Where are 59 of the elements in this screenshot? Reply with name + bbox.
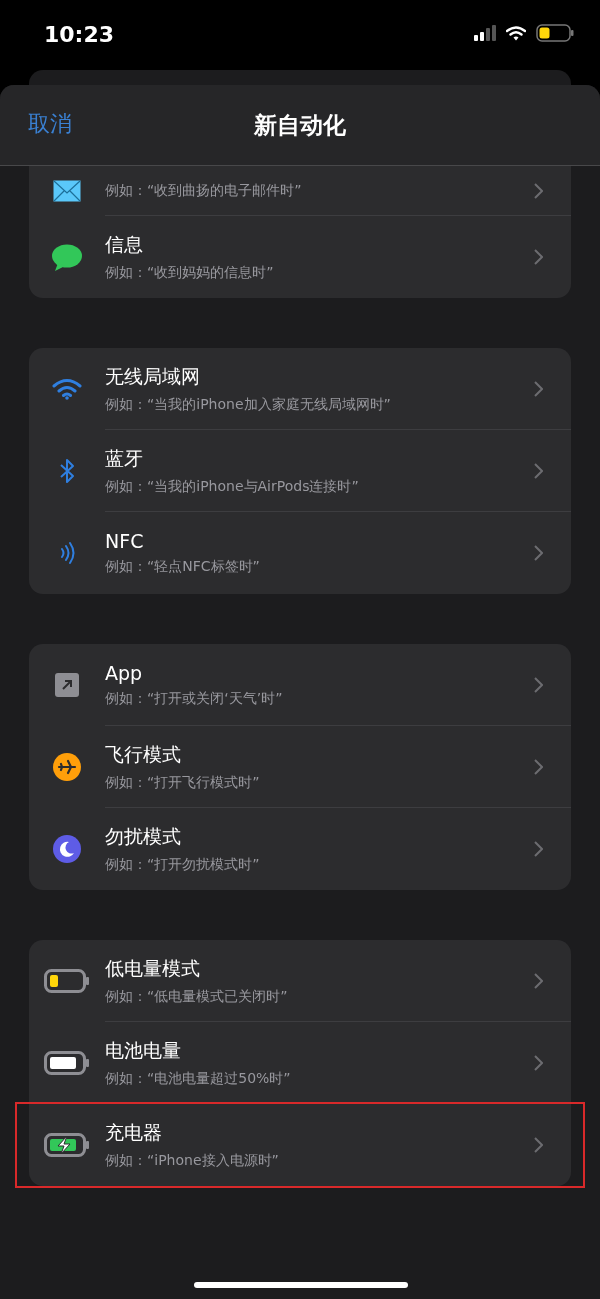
speech-bubble-icon bbox=[52, 243, 82, 271]
low-battery-icon bbox=[44, 969, 90, 993]
envelope-icon bbox=[53, 180, 81, 202]
charging-battery-icon bbox=[44, 1133, 90, 1157]
list-row[interactable]: App 例如：“打开或关闭‘天气’时” bbox=[29, 644, 571, 726]
row-subtitle: 例如：“低电量模式已关闭时” bbox=[105, 987, 289, 1006]
highlighted-list-row[interactable]: 充电器 例如：“iPhone接入电源时” bbox=[17, 1104, 583, 1186]
row-subtitle: 例如：“打开或关闭‘天气’时” bbox=[105, 689, 284, 708]
bluetooth-icon bbox=[59, 457, 75, 485]
row-subtitle: 例如：“当我的iPhone加入家庭无线局域网时” bbox=[105, 395, 392, 414]
chevron-icon bbox=[534, 545, 543, 561]
chevron-icon bbox=[534, 972, 543, 989]
row-title: 勿扰模式 bbox=[105, 824, 182, 849]
chevron-icon bbox=[534, 380, 543, 397]
wifi-icon bbox=[52, 378, 82, 400]
chevron-icon bbox=[534, 249, 543, 265]
list-row[interactable]: 无线局域网 例如：“当我的iPhone加入家庭无线局域网时” bbox=[29, 348, 571, 430]
row-title: 充电器 bbox=[105, 1120, 163, 1145]
row-title: 低电量模式 bbox=[105, 955, 201, 981]
status-time: 10:23 bbox=[44, 21, 115, 47]
chevron-icon bbox=[534, 676, 543, 693]
cancel-button[interactable]: 取消 bbox=[28, 109, 72, 139]
signal-icon bbox=[474, 25, 496, 41]
battery-icon bbox=[44, 1051, 90, 1075]
list-row[interactable]: 飞行模式 例如：“打开飞行模式时” bbox=[29, 726, 571, 808]
list-row[interactable]: 电池电量 例如：“电池电量超过50%时” bbox=[29, 1022, 571, 1104]
list-row[interactable]: 信息 例如：“收到妈妈的信息时” bbox=[29, 216, 571, 298]
nfc-waves-icon bbox=[59, 540, 75, 566]
list-row[interactable]: 蓝牙 例如：“当我的iPhone与AirPods连接时” bbox=[29, 430, 571, 512]
row-title: NFC bbox=[105, 530, 145, 552]
battery-icon bbox=[536, 24, 574, 42]
row-title: 飞行模式 bbox=[105, 741, 182, 767]
row-title: 信息 bbox=[105, 232, 144, 257]
row-title: App bbox=[105, 661, 144, 684]
chevron-icon bbox=[534, 182, 543, 199]
chevron-icon bbox=[534, 1054, 543, 1071]
row-subtitle: 例如：“轻点NFC标签时” bbox=[105, 558, 261, 576]
list-row[interactable]: 勿扰模式 例如：“打开勿扰模式时” bbox=[29, 808, 571, 890]
row-subtitle: 例如：“打开勿扰模式时” bbox=[105, 856, 261, 874]
chevron-icon bbox=[534, 462, 543, 479]
row-subtitle: 例如：“收到妈妈的信息时” bbox=[105, 264, 275, 282]
row-title: 蓝牙 bbox=[105, 445, 144, 471]
moon-icon bbox=[53, 835, 81, 863]
wifi-icon bbox=[506, 25, 526, 41]
list-row[interactable]: 例如：“收到曲扬的电子邮件时” bbox=[29, 166, 571, 216]
row-subtitle: 例如：“iPhone接入电源时” bbox=[105, 1152, 280, 1170]
list-row[interactable]: NFC 例如：“轻点NFC标签时” bbox=[29, 512, 571, 594]
row-title: 无线局域网 bbox=[105, 363, 201, 389]
row-subtitle: 例如：“当我的iPhone与AirPods连接时” bbox=[105, 477, 360, 496]
chevron-icon bbox=[534, 758, 543, 775]
list-row[interactable]: 低电量模式 例如：“低电量模式已关闭时” bbox=[29, 940, 571, 1022]
row-subtitle: 例如：“收到曲扬的电子邮件时” bbox=[105, 181, 303, 200]
chevron-icon bbox=[534, 841, 543, 857]
chevron-icon bbox=[534, 1137, 543, 1153]
row-title: 电池电量 bbox=[105, 1037, 182, 1063]
row-subtitle: 例如：“打开飞行模式时” bbox=[105, 773, 261, 792]
row-subtitle: 例如：“电池电量超过50%时” bbox=[105, 1069, 292, 1088]
sheet-title: 新自动化 bbox=[254, 110, 346, 140]
airplane-icon bbox=[53, 753, 81, 781]
